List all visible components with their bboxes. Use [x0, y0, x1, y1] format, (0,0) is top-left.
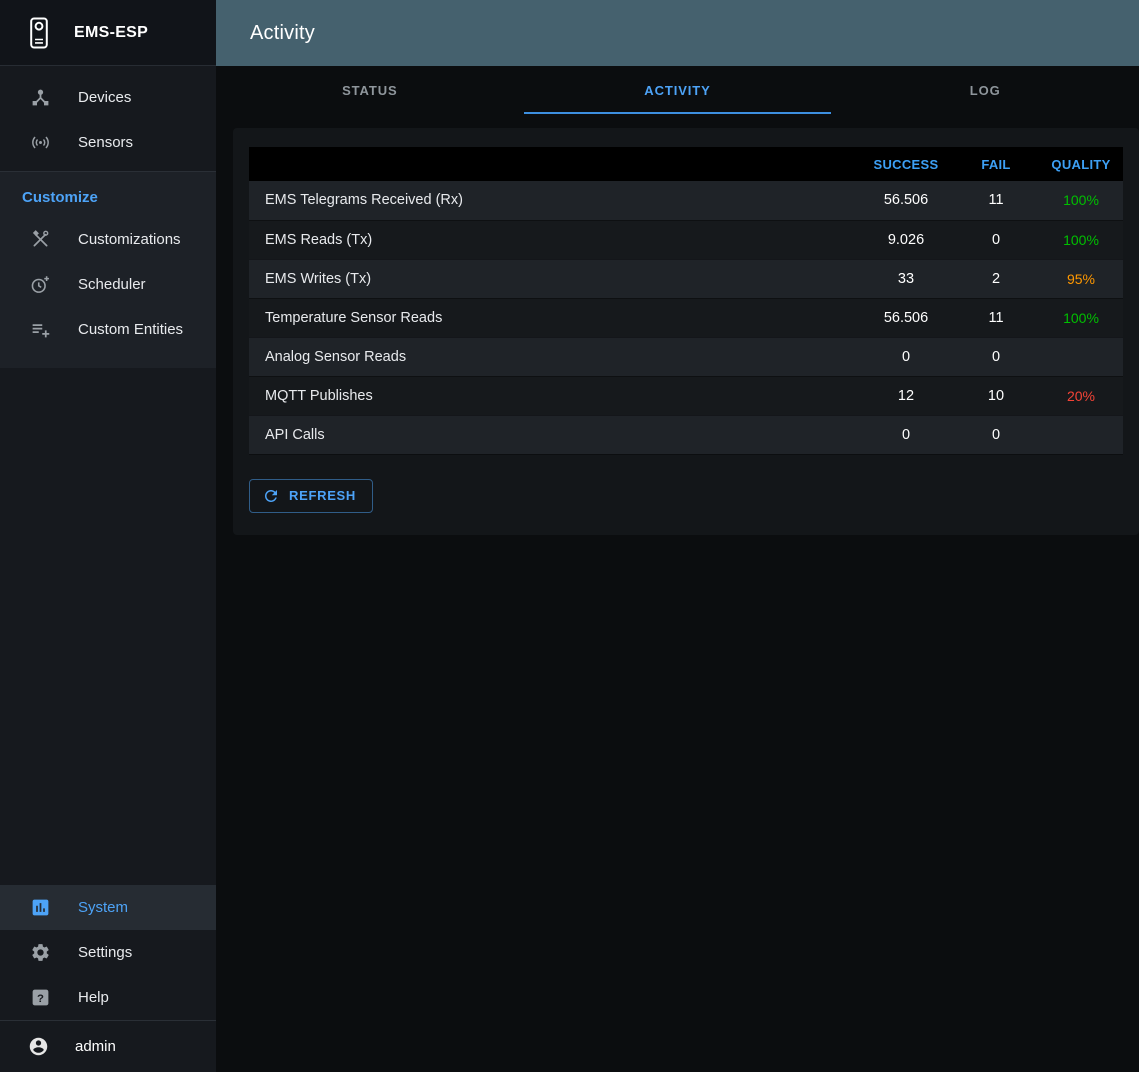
table-row: API Calls 0 0 [249, 415, 1123, 454]
column-header-success: SUCCESS [859, 147, 953, 181]
sidebar-item-admin[interactable]: admin [0, 1021, 216, 1072]
tab-content: SUCCESS FAIL QUALITY EMS Telegrams Recei… [216, 114, 1139, 1072]
app-title: EMS-ESP [74, 24, 148, 42]
success-value: 56.506 [859, 298, 953, 337]
sidebar-item-label: Sensors [78, 134, 133, 151]
metric-label: API Calls [249, 415, 859, 454]
app-root: EMS-ESP Devices Se [0, 0, 1139, 1072]
success-value: 0 [859, 415, 953, 454]
playlist-add-icon [28, 318, 52, 342]
quality-value: 100% [1039, 181, 1123, 220]
metric-label: MQTT Publishes [249, 376, 859, 415]
svg-text:?: ? [37, 993, 44, 1005]
tools-icon [28, 228, 52, 252]
sidebar-item-system[interactable]: System [0, 885, 216, 930]
fail-value: 11 [953, 181, 1039, 220]
main-area: Activity STATUS ACTIVITY LOG SUCCESS FAI… [216, 0, 1139, 1072]
sidebar-item-label: Scheduler [78, 276, 146, 293]
column-header-name [249, 147, 859, 181]
table-row: Temperature Sensor Reads 56.506 11 100% [249, 298, 1123, 337]
username-label: admin [75, 1038, 116, 1055]
quality-value: 100% [1039, 220, 1123, 259]
refresh-icon [262, 487, 280, 505]
success-value: 56.506 [859, 181, 953, 220]
column-header-quality: QUALITY [1039, 147, 1123, 181]
tab-status[interactable]: STATUS [216, 66, 524, 114]
fail-value: 11 [953, 298, 1039, 337]
help-icon: ? [28, 986, 52, 1010]
sidebar-item-customizations[interactable]: Customizations [0, 217, 216, 262]
appbar: Activity [216, 0, 1139, 66]
bar-chart-icon [28, 896, 52, 920]
success-value: 33 [859, 259, 953, 298]
sidebar: EMS-ESP Devices Se [0, 0, 216, 1072]
sidebar-item-label: Customizations [78, 231, 181, 248]
success-value: 9.026 [859, 220, 953, 259]
success-value: 0 [859, 337, 953, 376]
column-header-fail: FAIL [953, 147, 1039, 181]
tab-bar: STATUS ACTIVITY LOG [216, 66, 1139, 114]
fail-value: 0 [953, 415, 1039, 454]
sidebar-item-help[interactable]: ? Help [0, 975, 216, 1020]
success-value: 12 [859, 376, 953, 415]
sidebar-nav: Devices Sensors Customize [0, 66, 216, 368]
metric-label: EMS Telegrams Received (Rx) [249, 181, 859, 220]
activity-table: SUCCESS FAIL QUALITY EMS Telegrams Recei… [249, 147, 1123, 455]
table-row: Analog Sensor Reads 0 0 [249, 337, 1123, 376]
account-circle-icon [26, 1035, 50, 1059]
quality-value [1039, 415, 1123, 454]
sidebar-item-label: Custom Entities [78, 321, 183, 338]
quality-value: 20% [1039, 376, 1123, 415]
sidebar-item-label: Settings [78, 944, 132, 961]
fail-value: 0 [953, 337, 1039, 376]
metric-label: EMS Reads (Tx) [249, 220, 859, 259]
sidebar-item-custom-entities[interactable]: Custom Entities [0, 307, 216, 352]
sidebar-item-label: Help [78, 989, 109, 1006]
metric-label: Analog Sensor Reads [249, 337, 859, 376]
metric-label: Temperature Sensor Reads [249, 298, 859, 337]
page-title: Activity [250, 22, 315, 45]
table-header: SUCCESS FAIL QUALITY [249, 147, 1123, 181]
tab-activity[interactable]: ACTIVITY [524, 66, 832, 114]
fail-value: 0 [953, 220, 1039, 259]
device-hub-icon [28, 86, 52, 110]
sidebar-item-scheduler[interactable]: Scheduler [0, 262, 216, 307]
sidebar-spacer [0, 368, 216, 885]
sidebar-section-header[interactable]: Customize [0, 172, 216, 217]
table-row: EMS Telegrams Received (Rx) 56.506 11 10… [249, 181, 1123, 220]
sidebar-section-customize: Customize Customizations [0, 171, 216, 368]
refresh-button[interactable]: REFRESH [249, 479, 373, 513]
sidebar-item-label: Devices [78, 89, 131, 106]
tab-log[interactable]: LOG [831, 66, 1139, 114]
fail-value: 2 [953, 259, 1039, 298]
table-row: MQTT Publishes 12 10 20% [249, 376, 1123, 415]
sensors-icon [28, 131, 52, 155]
sidebar-header: EMS-ESP [0, 0, 216, 66]
gear-icon [28, 941, 52, 965]
ems-esp-logo-icon [20, 14, 58, 52]
sidebar-item-sensors[interactable]: Sensors [0, 120, 216, 165]
sidebar-item-settings[interactable]: Settings [0, 930, 216, 975]
fail-value: 10 [953, 376, 1039, 415]
refresh-button-label: REFRESH [289, 488, 356, 503]
clock-plus-icon [28, 273, 52, 297]
table-row: EMS Reads (Tx) 9.026 0 100% [249, 220, 1123, 259]
quality-value [1039, 337, 1123, 376]
sidebar-item-devices[interactable]: Devices [0, 75, 216, 120]
quality-value: 95% [1039, 259, 1123, 298]
sidebar-item-label: System [78, 899, 128, 916]
activity-panel: SUCCESS FAIL QUALITY EMS Telegrams Recei… [233, 128, 1139, 535]
active-tab-indicator [524, 112, 832, 114]
metric-label: EMS Writes (Tx) [249, 259, 859, 298]
quality-value: 100% [1039, 298, 1123, 337]
table-row: EMS Writes (Tx) 33 2 95% [249, 259, 1123, 298]
